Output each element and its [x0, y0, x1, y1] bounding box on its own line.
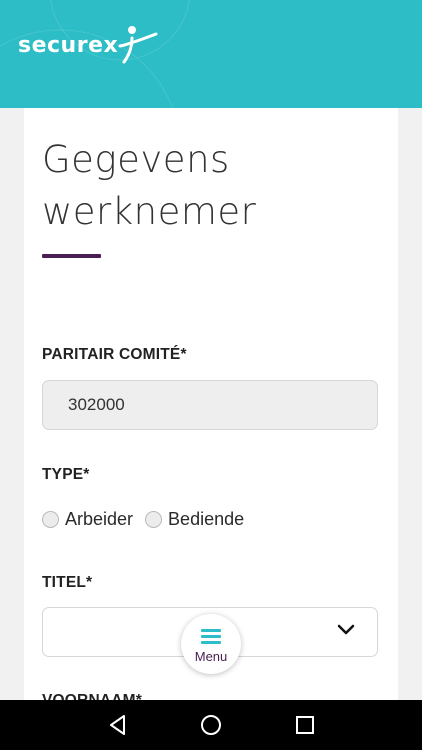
radio-bediende[interactable]	[145, 511, 163, 528]
titel-label: TITEL*	[42, 574, 93, 591]
hamburger-icon	[201, 629, 221, 647]
back-icon[interactable]	[106, 713, 130, 737]
paritair-comite-field[interactable]: 302000	[42, 380, 378, 430]
type-label: TYPE*	[42, 466, 90, 483]
type-radio-group: Arbeider Bediende	[42, 509, 256, 530]
page-title: Gegevens werknemer	[42, 138, 257, 233]
radio-arbeider-label[interactable]: Arbeider	[65, 509, 133, 530]
recents-icon[interactable]	[293, 713, 317, 737]
logo-figure-icon	[118, 26, 158, 64]
radio-bediende-label[interactable]: Bediende	[168, 509, 244, 530]
paritair-comite-value: 302000	[68, 395, 125, 414]
chevron-down-icon	[337, 624, 355, 635]
home-icon[interactable]	[199, 713, 223, 737]
menu-button[interactable]: Menu	[181, 614, 241, 674]
app-header: securex	[0, 0, 422, 108]
radio-arbeider[interactable]	[42, 511, 59, 528]
menu-label: Menu	[194, 649, 228, 664]
system-nav-bar	[0, 700, 422, 750]
logo-text: securex	[18, 32, 119, 58]
voornaam-label: VOORNAAM*	[42, 692, 142, 700]
title-underline	[42, 254, 101, 258]
securex-logo[interactable]: securex	[18, 26, 158, 64]
paritair-comite-label: PARITAIR COMITÉ*	[42, 346, 187, 363]
